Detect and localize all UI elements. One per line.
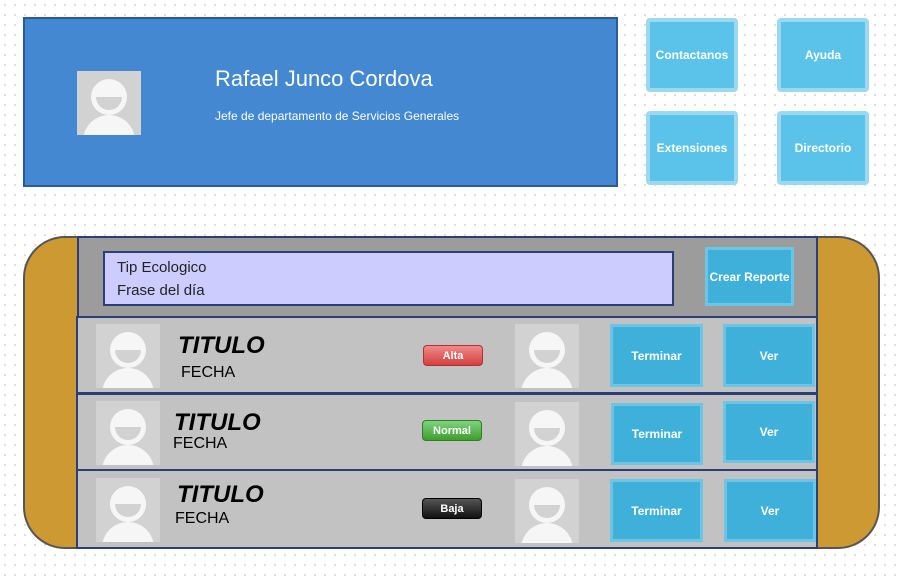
priority-badge: Normal: [422, 420, 482, 441]
help-button[interactable]: Ayuda: [777, 18, 869, 92]
priority-badge: Alta: [423, 345, 483, 366]
profile-name: Rafael Junco Cordova: [215, 66, 433, 91]
tip-box: Tip Ecologico Frase del día: [103, 251, 674, 306]
extensions-button[interactable]: Extensiones: [646, 111, 738, 185]
create-report-button[interactable]: Crear Reporte: [705, 247, 794, 306]
tip-phrase: Frase del día: [117, 282, 205, 299]
report-title: TITULO: [174, 409, 261, 436]
tip-title: Tip Ecologico: [117, 259, 207, 276]
assignee-avatar: [515, 479, 579, 543]
report-row: TITULO FECHA Normal Terminar Ver: [76, 393, 818, 471]
directory-button[interactable]: Directorio: [777, 111, 869, 185]
reporter-avatar: [96, 401, 160, 465]
report-date: FECHA: [173, 435, 228, 452]
reporter-avatar: [96, 478, 160, 542]
assignee-avatar: [515, 324, 579, 388]
view-button[interactable]: Ver: [723, 401, 815, 463]
view-button[interactable]: Ver: [724, 479, 816, 542]
reporter-avatar: [96, 324, 160, 388]
report-row: TITULO FECHA Alta Terminar Ver: [76, 316, 818, 394]
report-title: TITULO: [177, 481, 264, 508]
report-title: TITULO: [178, 332, 265, 359]
finish-button[interactable]: Terminar: [611, 403, 703, 465]
report-date: FECHA: [175, 510, 230, 527]
priority-badge: Baja: [422, 498, 482, 519]
view-button[interactable]: Ver: [723, 324, 815, 387]
profile-avatar: [77, 71, 141, 135]
finish-button[interactable]: Terminar: [610, 479, 703, 542]
finish-button[interactable]: Terminar: [610, 324, 703, 387]
report-row: TITULO FECHA Baja Terminar Ver: [76, 469, 818, 549]
profile-role: Jefe de departamento de Servicios Genera…: [215, 109, 460, 123]
report-date: FECHA: [181, 364, 236, 381]
profile-card: Rafael Junco Cordova Jefe de departament…: [23, 17, 618, 187]
assignee-avatar: [515, 402, 579, 466]
contact-button[interactable]: Contactanos: [646, 18, 738, 92]
